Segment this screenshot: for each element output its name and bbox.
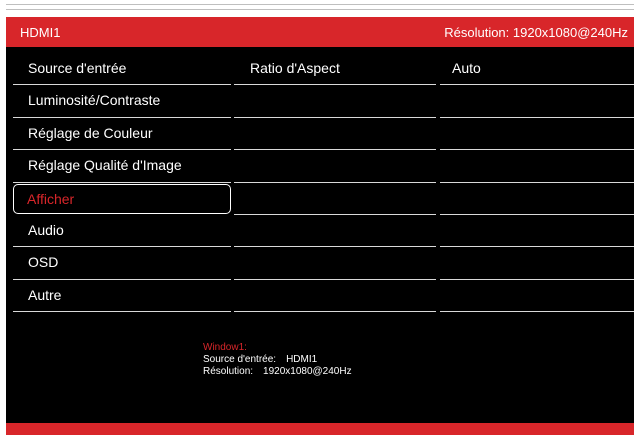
menu-item-label: Autre	[28, 286, 62, 303]
submenu-item-aspect-ratio[interactable]: Ratio d'Aspect	[234, 53, 436, 86]
submenu-item	[234, 85, 436, 118]
submenu-item	[234, 280, 436, 313]
info-source-value: HDMI1	[286, 354, 318, 365]
menu-item-label: Réglage Qualité d'Image	[28, 157, 182, 174]
top-rule	[6, 4, 634, 5]
info-resolution-row: Résolution: 1920x1080@240Hz	[203, 366, 352, 378]
value-item-aspect-ratio[interactable]: Auto	[440, 53, 634, 86]
submenu-item-label: Ratio d'Aspect	[250, 60, 340, 76]
submenu-item	[234, 215, 436, 248]
menu-item-display[interactable]: Afficher	[13, 183, 231, 214]
menu-item-brightness-contrast[interactable]: Luminosité/Contraste	[13, 85, 231, 118]
osd-menu: HDMI1 Résolution: 1920x1080@240Hz Source…	[6, 17, 634, 435]
menu-item-label: Afficher	[27, 190, 75, 207]
menu-item-osd[interactable]: OSD	[13, 247, 231, 280]
info-source-row: Source d'entrée: HDMI1	[203, 354, 352, 366]
bottom-bar	[6, 423, 634, 435]
submenu: Ratio d'Aspect	[234, 53, 436, 313]
menu-item-audio[interactable]: Audio	[13, 215, 231, 248]
resolution-indicator: Résolution: 1920x1080@240Hz	[444, 25, 628, 40]
value-item	[440, 183, 634, 215]
top-rule	[6, 9, 634, 10]
main-menu: Source d'entrée Luminosité/Contraste Rég…	[13, 53, 231, 313]
window-label: Window1:	[203, 342, 247, 353]
submenu-item	[234, 150, 436, 183]
osd-header: HDMI1 Résolution: 1920x1080@240Hz	[6, 17, 634, 47]
value-item	[440, 85, 634, 118]
menu-item-other[interactable]: Autre	[13, 280, 231, 313]
value-item	[440, 247, 634, 280]
menu-item-label: Luminosité/Contraste	[28, 92, 161, 109]
menu-item-image-quality[interactable]: Réglage Qualité d'Image	[13, 150, 231, 183]
input-source-title: HDMI1	[20, 25, 61, 40]
value-item	[440, 280, 634, 313]
value-column: Auto	[440, 53, 634, 313]
menu-item-input-source[interactable]: Source d'entrée	[13, 53, 231, 86]
value-item	[440, 215, 634, 248]
info-resolution-key: Résolution:	[203, 366, 254, 377]
value-item	[440, 150, 634, 183]
submenu-item	[234, 183, 436, 215]
menu-item-label: Audio	[28, 221, 64, 238]
info-source-key: Source d'entrée:	[203, 354, 277, 365]
info-resolution-value: 1920x1080@240Hz	[263, 366, 352, 377]
menu-item-color-setting[interactable]: Réglage de Couleur	[13, 118, 231, 151]
menu-item-label: Source d'entrée	[28, 60, 127, 76]
menu-item-label: OSD	[28, 254, 59, 271]
submenu-item	[234, 118, 436, 151]
value-item	[440, 118, 634, 151]
menu-item-label: Réglage de Couleur	[28, 124, 153, 141]
submenu-item	[234, 247, 436, 280]
window-info: Window1: Source d'entrée: HDMI1 Résolutio…	[203, 342, 352, 378]
value-item-label: Auto	[452, 60, 481, 76]
